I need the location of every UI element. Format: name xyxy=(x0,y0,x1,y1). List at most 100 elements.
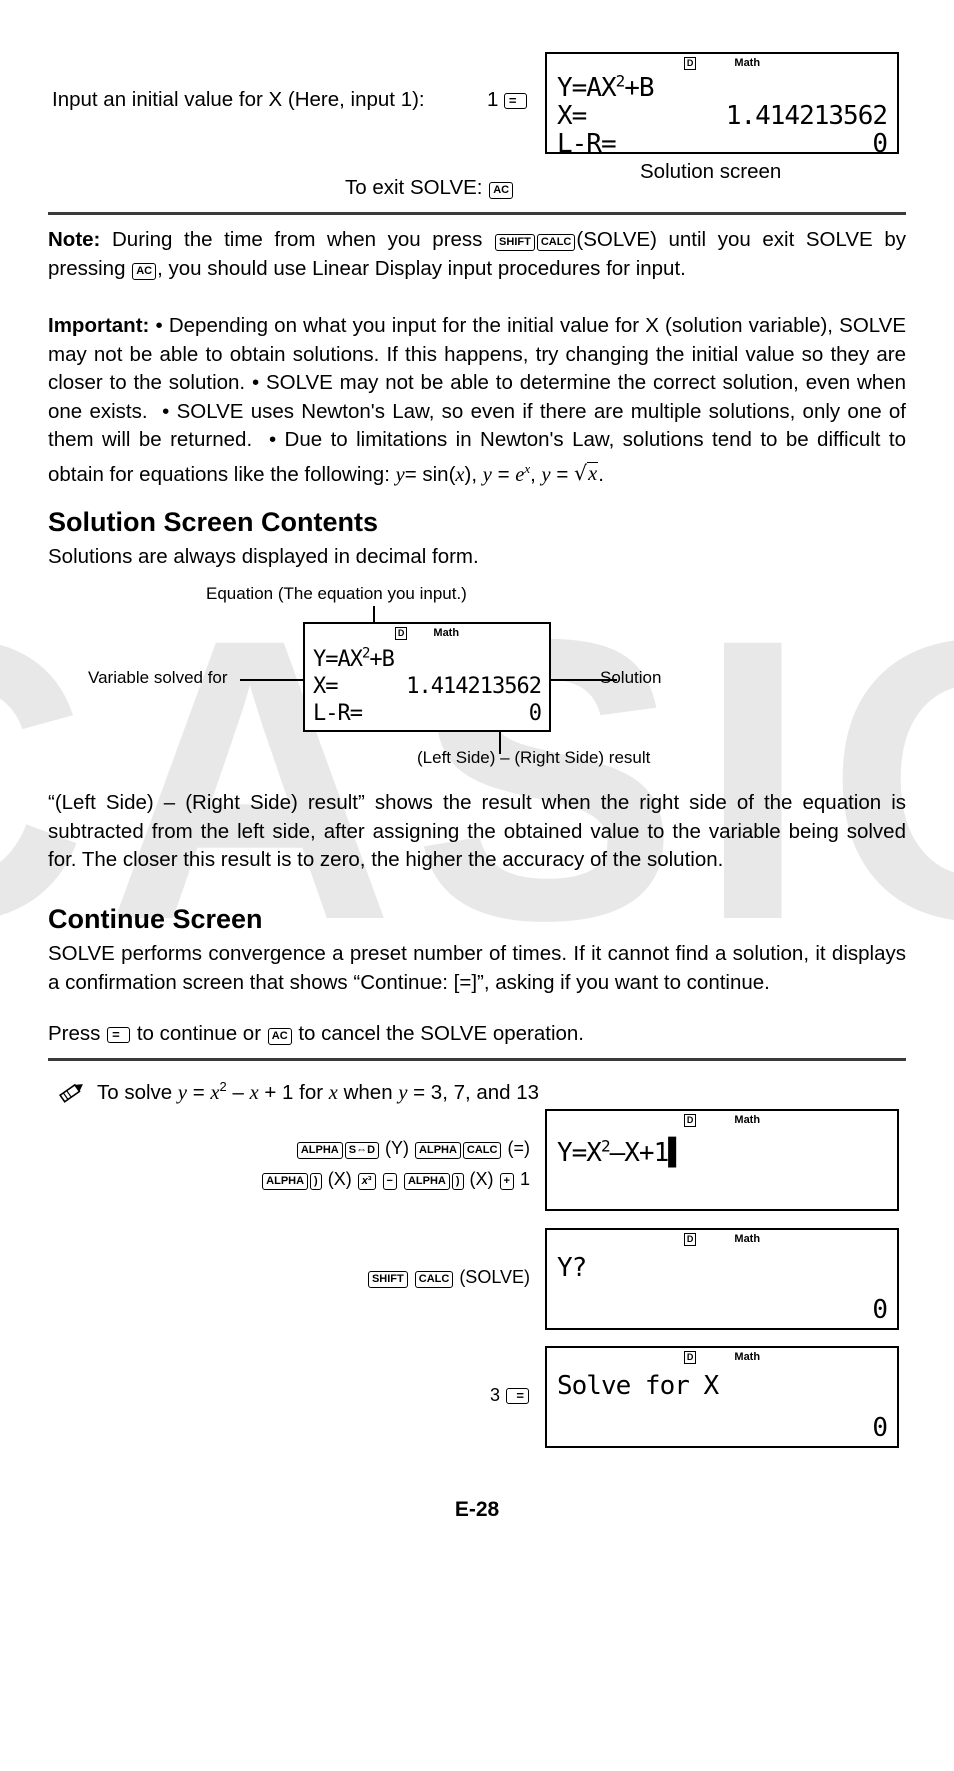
degree-indicator-icon: D xyxy=(683,57,697,70)
example-pre: To solve xyxy=(97,1080,173,1104)
eq1-var: x xyxy=(455,463,465,486)
lcd-indicators: D Math xyxy=(547,57,897,70)
eq3-op: = xyxy=(556,462,569,486)
lcd-indicators-ex3: D Math xyxy=(547,1351,897,1364)
solution-screen-lcd-top: D Math Y=AX2+B X= 1.414213562 L-R= 0 xyxy=(545,52,899,158)
ac-key-icon-note[interactable]: AC xyxy=(132,262,157,280)
exe-key-icon-continue[interactable]: = xyxy=(107,1027,131,1043)
example-exponent: 2 xyxy=(219,1079,227,1094)
press-prefix: Press xyxy=(48,1022,101,1045)
solution-screen-caption: Solution screen xyxy=(640,160,782,183)
example-screen-1: D Math Y=X2–X+1▌ xyxy=(545,1109,899,1211)
lcd-line-ex2-prompt: Y? xyxy=(557,1253,587,1283)
example-var-x2: x xyxy=(249,1081,259,1104)
lcd-line-lr-diagram: L-R= 0 xyxy=(313,701,542,726)
eq-var-y2: y xyxy=(482,463,492,486)
math-indicator-ex2: Math xyxy=(734,1233,761,1245)
lcd-line-variable: X= 1.414213562 xyxy=(557,101,888,131)
solution-screen-contents-paragraph: “(Left Side) – (Right Side) result” show… xyxy=(48,791,906,871)
math-indicator-ex1: Math xyxy=(734,1114,761,1126)
calc-key-icon-2[interactable]: CALC xyxy=(462,1142,502,1159)
note-label: Note: xyxy=(48,228,101,251)
alpha-key-icon-3[interactable]: ALPHA xyxy=(262,1173,309,1190)
exe-key-icon-example[interactable]: = xyxy=(506,1388,529,1404)
example-step-2-keys: SHIFT CALC (SOLVE) xyxy=(130,1262,530,1293)
step-1-keyline-2: ALPHA) (X) x³ − ALPHA) (X) + 1 xyxy=(130,1164,530,1195)
callout-solution-label: Solution xyxy=(600,668,662,687)
calc-key-icon[interactable]: CALC xyxy=(536,234,576,251)
math-indicator: Math xyxy=(734,57,761,69)
press-suffix: to cancel the SOLVE operation. xyxy=(298,1022,585,1045)
eq-period: . xyxy=(598,462,604,486)
math-indicator-ex3: Math xyxy=(734,1351,761,1363)
sqrt-x-icon: √x xyxy=(574,461,599,486)
lcd-line-equation-diagram: Y=AX2+B xyxy=(313,645,395,672)
lcd-line-ex2-value: 0 xyxy=(872,1295,888,1325)
alpha-key-icon[interactable]: ALPHA xyxy=(296,1142,343,1159)
rparen-key-icon[interactable]: ) xyxy=(310,1173,322,1190)
lcd-line-ex3-prompt: Solve for X xyxy=(557,1371,719,1401)
callout-equation-label: Equation (The equation you input.) xyxy=(206,584,467,603)
example-when: when xyxy=(343,1080,393,1104)
solution-screen-contents-intro: Solutions are always displayed in decima… xyxy=(48,545,479,568)
degree-indicator-icon-diagram: D xyxy=(394,627,408,640)
degree-indicator-icon-ex3: D xyxy=(683,1351,697,1364)
press-middle: to continue or xyxy=(136,1022,262,1045)
manual-page: CASIO Input an initial value for X (Here… xyxy=(0,0,954,1771)
plus-key-icon[interactable]: + xyxy=(499,1173,514,1190)
continue-screen-heading: Continue Screen xyxy=(48,904,263,934)
eq2-e: e xyxy=(515,463,525,486)
calc-key-icon-3[interactable]: CALC xyxy=(414,1271,454,1288)
example-plus1: + 1 for xyxy=(264,1080,324,1104)
lcd-indicators-diagram: D Math xyxy=(305,627,549,640)
important-label: Important: xyxy=(48,314,150,337)
minus-key-icon[interactable]: − xyxy=(382,1173,397,1190)
example-var-y: y xyxy=(177,1081,188,1104)
pencil-icon xyxy=(55,1078,89,1108)
shift-key-icon-2[interactable]: SHIFT xyxy=(367,1271,408,1288)
top-instruction-row: Input an initial value for X (Here, inpu… xyxy=(52,88,522,112)
exe-key-icon[interactable]: = xyxy=(503,93,527,109)
top-keys: 1 = xyxy=(487,88,528,112)
lcd-line-equation: Y=AX2+B xyxy=(557,71,655,103)
divider-example xyxy=(48,1058,906,1061)
note-text-1: During the time from when you press xyxy=(112,228,483,251)
callout-variable-label: Variable solved for xyxy=(88,668,228,687)
x-cubed-key-icon[interactable]: x³ xyxy=(357,1173,376,1190)
eq2-op: = xyxy=(497,462,510,486)
example-screen-3: D Math Solve for X 0 xyxy=(545,1346,899,1448)
solution-screen-contents-heading: Solution Screen Contents xyxy=(48,507,379,537)
lcd-indicators-ex2: D Math xyxy=(547,1233,897,1246)
eq-var-y3: y xyxy=(541,463,551,486)
math-indicator-diagram: Math xyxy=(433,627,460,639)
divider-top xyxy=(48,212,906,215)
step-1-keyline-1: ALPHA S⇔D (Y) ALPHA CALC (=) xyxy=(130,1133,530,1164)
alpha-key-icon-2[interactable]: ALPHA xyxy=(415,1142,461,1159)
callout-variable-leader xyxy=(240,679,305,681)
eq1-op: = sin( xyxy=(404,462,456,486)
degree-indicator-icon-ex1: D xyxy=(683,1114,697,1127)
example-step-3-keys: 3 = xyxy=(130,1380,530,1411)
example-var-x1: x xyxy=(210,1081,220,1104)
ac-key-icon-continue[interactable]: AC xyxy=(267,1028,292,1045)
degree-indicator-icon-ex2: D xyxy=(683,1233,697,1246)
example-eq: = xyxy=(192,1080,205,1104)
note-paragraph: Note: During the time from when you pres… xyxy=(48,226,906,283)
alpha-key-icon-4[interactable]: ALPHA xyxy=(403,1173,450,1190)
shift-key-icon[interactable]: SHIFT xyxy=(495,234,535,251)
callout-lr-label: (Left Side) – (Right Side) result xyxy=(417,748,651,767)
top-instruction-text: Input an initial value for X (Here, inpu… xyxy=(52,88,425,111)
lcd-body-ex3: Solve for X 0 xyxy=(557,1371,888,1442)
eq-var-y1: y xyxy=(395,463,405,486)
lcd-line-lr: L-R= 0 xyxy=(557,129,888,159)
lcd-body-ex1: Y=X2–X+1▌ xyxy=(557,1136,887,1168)
solution-screen-lcd-diagram: D Math Y=AX2+B X= 1.414213562 L-R= 0 xyxy=(303,622,551,732)
cursor-icon: ▌ xyxy=(668,1138,684,1168)
lcd-body: Y=AX2+B X= 1.414213562 L-R= 0 xyxy=(557,71,888,159)
important-paragraph: Important: • Depending on what you input… xyxy=(48,312,906,489)
sd-key-icon[interactable]: S⇔D xyxy=(344,1142,380,1159)
exit-solve-label: To exit SOLVE: xyxy=(345,176,483,199)
ac-key-icon[interactable]: AC xyxy=(489,182,514,199)
rparen-key-icon-2[interactable]: ) xyxy=(451,1173,464,1190)
lcd-line-ex1: Y=X2–X+1▌ xyxy=(557,1136,684,1168)
